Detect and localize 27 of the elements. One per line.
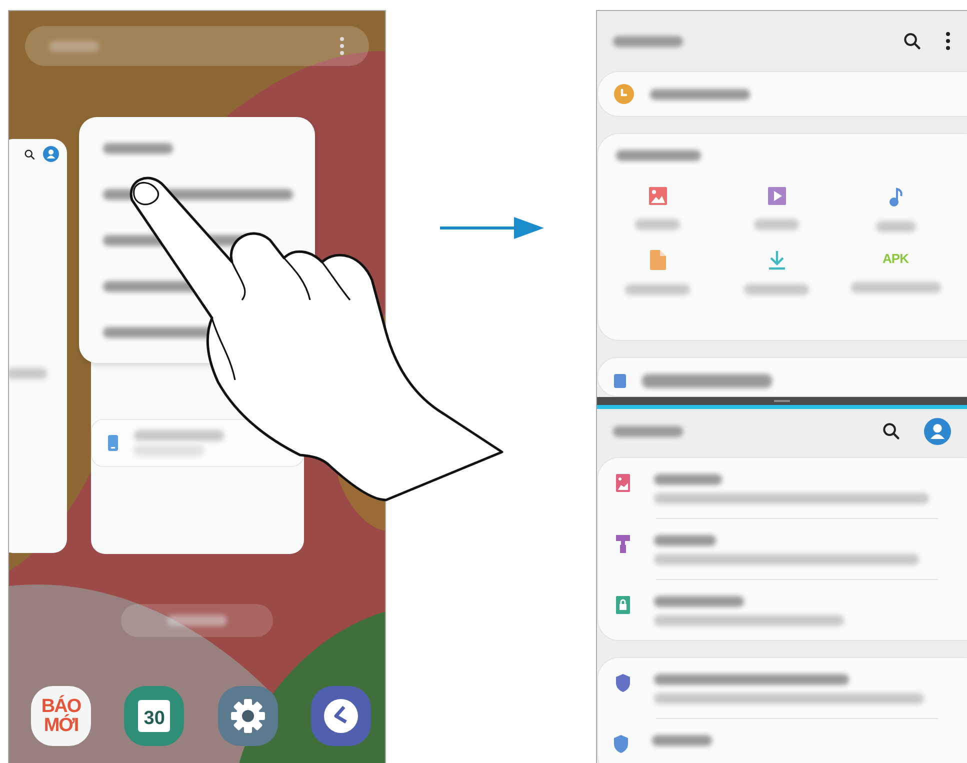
phone-icon xyxy=(108,435,118,451)
image-icon[interactable] xyxy=(648,187,666,205)
storage-icon xyxy=(614,374,626,388)
search-bar[interactable] xyxy=(25,26,369,66)
gear-icon[interactable] xyxy=(230,698,266,734)
logo-text: MỚI xyxy=(44,716,78,735)
play-icon[interactable] xyxy=(768,187,786,205)
search-icon[interactable] xyxy=(24,148,35,160)
search-icon[interactable] xyxy=(903,32,921,50)
wallpaper-icon xyxy=(616,474,630,492)
search-icon[interactable] xyxy=(882,422,900,440)
clock-icon xyxy=(614,84,634,104)
shield-icon xyxy=(614,735,628,753)
lock-icon xyxy=(616,596,630,614)
close-all-button[interactable] xyxy=(121,604,273,637)
paintbrush-icon xyxy=(616,535,630,553)
account-icon[interactable] xyxy=(924,418,951,444)
more-options-icon[interactable] xyxy=(945,31,951,51)
account-icon[interactable] xyxy=(43,146,59,162)
calendar-date: 30 xyxy=(138,700,170,732)
shield-icon xyxy=(616,674,630,692)
download-icon[interactable] xyxy=(768,250,786,270)
recent-files-card[interactable] xyxy=(597,71,967,117)
apk-icon[interactable]: APK xyxy=(882,250,908,268)
music-note-icon[interactable] xyxy=(888,187,902,207)
document-icon[interactable] xyxy=(650,250,666,270)
arrow-icon xyxy=(440,217,544,239)
